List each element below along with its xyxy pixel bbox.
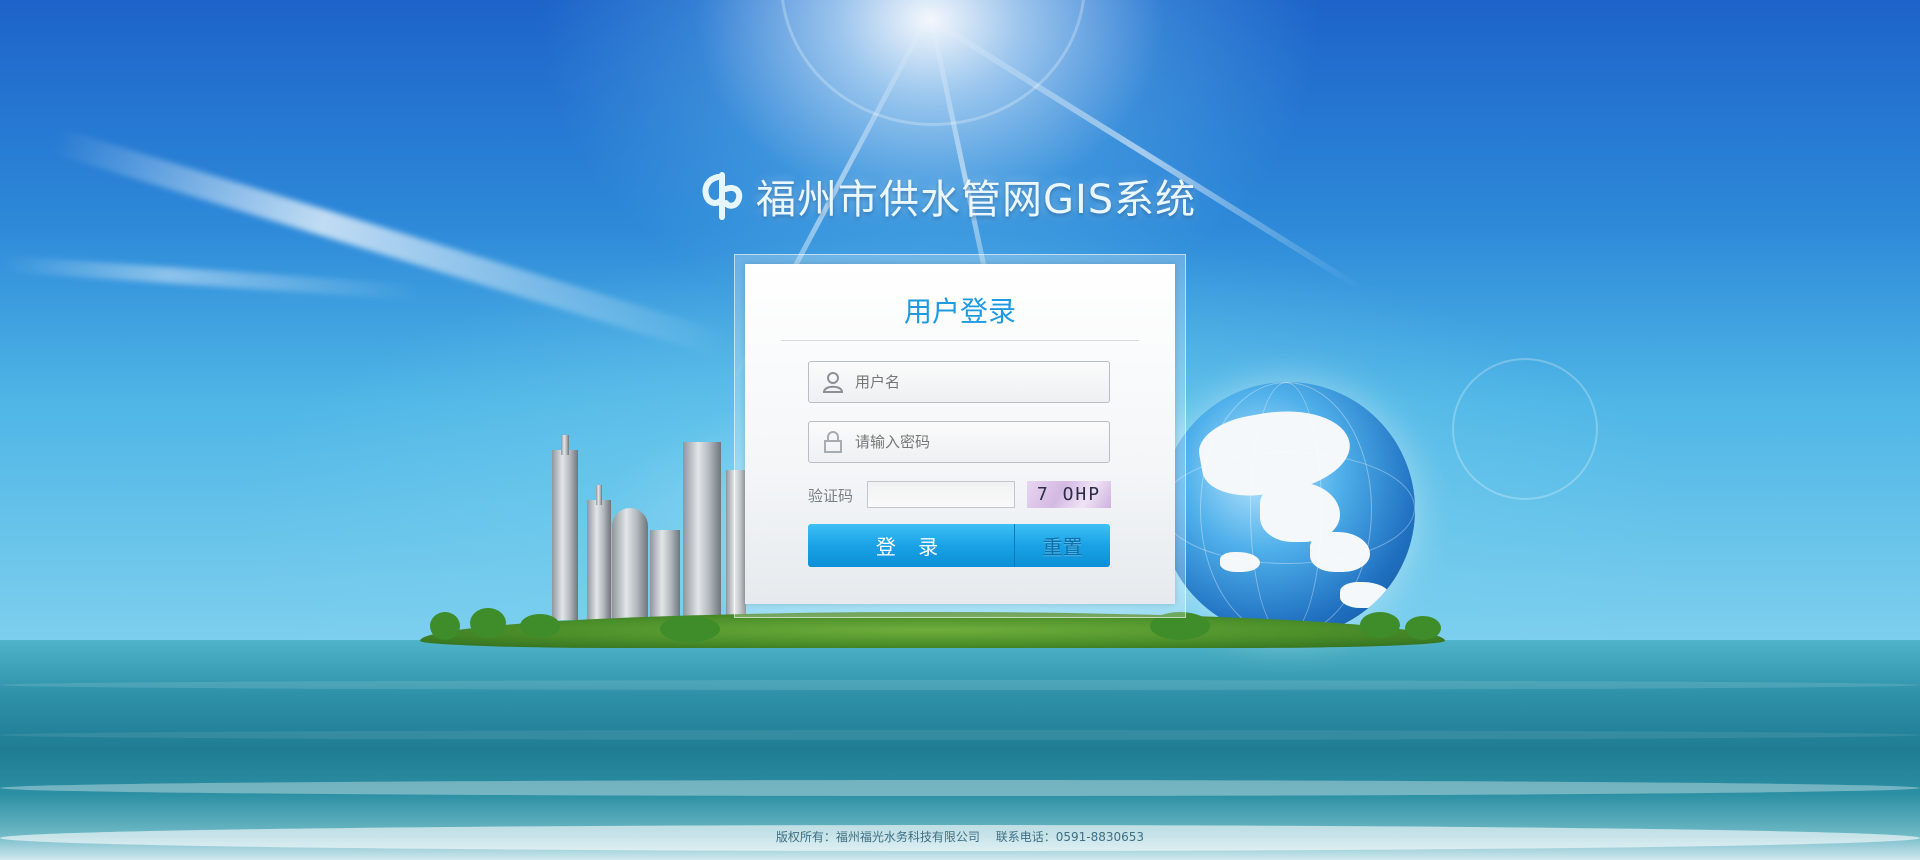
- globe-image: [1160, 382, 1415, 637]
- username-input[interactable]: [853, 372, 1097, 392]
- login-panel: 用户登录 验证码 7 OHP 登 录 重置: [745, 264, 1175, 604]
- captcha-input[interactable]: [867, 481, 1015, 508]
- contact-text: 联系电话：0591-8830653: [995, 830, 1145, 844]
- lens-flare: [1452, 358, 1598, 500]
- captcha-image[interactable]: 7 OHP: [1027, 481, 1111, 508]
- password-field[interactable]: [808, 421, 1110, 463]
- copyright-text: 版权所有：福州福光水务科技有限公司: [775, 830, 980, 844]
- app-title: 福州市供水管网GIS系统: [700, 166, 1196, 226]
- username-field[interactable]: [808, 361, 1110, 403]
- reset-button[interactable]: 重置: [1014, 524, 1110, 567]
- sea: [0, 640, 1920, 860]
- footer: 版权所有：福州福光水务科技有限公司 联系电话：0591-8830653: [0, 828, 1920, 845]
- button-row: 登 录 重置: [808, 524, 1110, 567]
- login-button[interactable]: 登 录: [808, 524, 1014, 567]
- water-drop-logo-icon: [700, 171, 746, 221]
- lock-icon: [821, 430, 845, 454]
- divider: [781, 340, 1139, 341]
- user-icon: [821, 370, 845, 394]
- captcha-label: 验证码: [808, 487, 854, 505]
- login-title: 用户登录: [903, 295, 1016, 328]
- password-input[interactable]: [853, 432, 1097, 452]
- system-title: 福州市供水管网GIS系统: [756, 177, 1197, 223]
- captcha-text: 7 OHP: [1036, 484, 1102, 505]
